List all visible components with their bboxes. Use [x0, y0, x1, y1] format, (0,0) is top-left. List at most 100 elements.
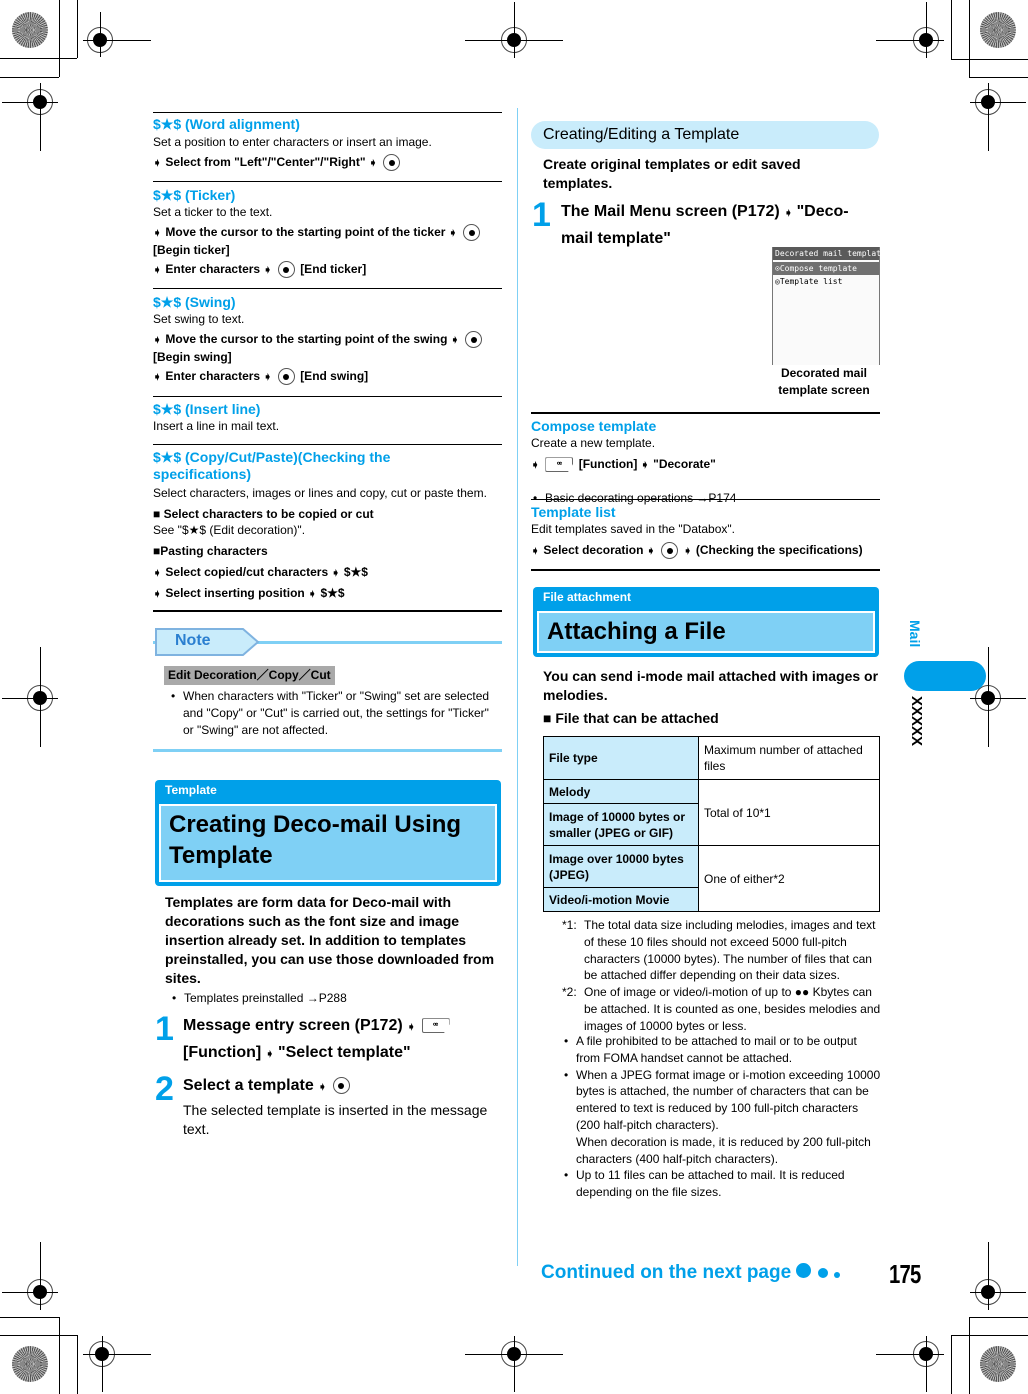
- continued-next-page[interactable]: Continued on the next page: [541, 1262, 841, 1284]
- footnote: *2: One of image or video/i-motion of up …: [562, 985, 881, 1033]
- screen-item-template-list[interactable]: ◎Template list: [773, 275, 879, 288]
- list-item: A file prohibited to be attached to mail…: [562, 1033, 882, 1067]
- screen-item-compose[interactable]: ⊙Compose template: [773, 262, 879, 275]
- template-list-heading: Template list: [531, 504, 616, 520]
- phone-screen: Decorated mail template ⊙Compose templat…: [772, 247, 886, 365]
- arrow-icon: ➧: [784, 208, 793, 219]
- side-tab-mail: Mail: [907, 620, 923, 648]
- template-section-header: Template Creating Deco-mail Using Templa…: [155, 780, 501, 886]
- arrow-icon: ➧: [263, 265, 272, 276]
- table-cell: Image over 10000 bytes (JPEG): [543, 845, 699, 888]
- arrow-icon: ➧: [448, 228, 458, 239]
- copy-cut-paste-heading: $★$ (Copy/Cut/Paste)(Checking the specif…: [153, 449, 391, 482]
- word-alignment-step: ➧ Select from "Left"/"Center"/"Right" ➧: [153, 154, 402, 172]
- arrow-icon: ➧: [153, 335, 162, 346]
- table-row: Melody Total of 10*1: [543, 779, 880, 846]
- table-cell: Video/i-motion Movie: [543, 887, 699, 912]
- center-key-icon: [277, 261, 295, 279]
- arrow-icon: ➧: [153, 265, 162, 276]
- file-attachment-sub: ■ File that can be attached: [543, 710, 719, 726]
- list-item: Up to 11 files can be attached to mail. …: [562, 1167, 882, 1201]
- step-number-1: 1: [532, 196, 551, 234]
- note-bullet: When characters with "Ticker" or "Swing"…: [169, 688, 499, 739]
- template-step-1: Message entry screen (P172) ➧ ꟹ [Function…: [183, 1013, 503, 1067]
- insert-line-desc: Insert a line in mail text.: [153, 419, 280, 433]
- step-number-2: 2: [155, 1070, 174, 1108]
- file-attachment-intro: You can send i-mode mail attached with i…: [543, 668, 879, 703]
- copy-cut-sub-heading: ■ Select characters to be copied or cut: [153, 507, 374, 521]
- insert-line-heading: $★$ (Insert line): [153, 401, 261, 417]
- function-key-icon: ꟹ: [421, 1018, 450, 1034]
- table-header-row: File type Maximum number of attached fil…: [543, 736, 880, 780]
- center-key-icon: [332, 1077, 350, 1095]
- arrow-icon: ➧: [318, 1082, 327, 1093]
- word-alignment-heading: $★$ (Word alignment): [153, 116, 300, 132]
- table-cell: One of either*2: [698, 845, 880, 912]
- footnotes: *1: The total data size including melodie…: [562, 917, 882, 1035]
- center-key-icon: [661, 542, 679, 560]
- arrow-icon: ➧: [265, 1049, 275, 1060]
- footnote: *1: The total data size including melodie…: [562, 918, 876, 983]
- section-title: Creating Deco-mail Using Template: [169, 811, 462, 869]
- creating-editing-intro: Create original templates or edit saved …: [543, 156, 801, 191]
- file-type-table: File type Maximum number of attached fil…: [543, 736, 880, 912]
- table-cell: Image of 10000 bytes or smaller (JPEG or…: [543, 803, 699, 846]
- creating-editing-pill: Creating/Editing a Template: [531, 121, 879, 149]
- center-key-icon: [277, 368, 295, 386]
- color-bar-icon: [12, 1346, 48, 1382]
- arrow-icon: ➧: [153, 228, 162, 239]
- compose-template-heading: Compose template: [531, 418, 657, 434]
- file-attachment-section-header: File attachment Attaching a File: [533, 587, 879, 657]
- notes-list: A file prohibited to be attached to mail…: [562, 1033, 882, 1201]
- arrow-icon: ➧: [407, 1022, 416, 1033]
- step-number-1: 1: [155, 1010, 174, 1048]
- compose-template-desc: Create a new template.: [531, 436, 656, 450]
- template-list-desc: Edit templates saved in the "Databox".: [531, 522, 735, 536]
- note-label: Note: [175, 632, 211, 649]
- arrow-icon: ➧: [153, 158, 162, 169]
- color-bar-icon: [980, 12, 1016, 48]
- ticker-step-2: ➧ Enter characters ➧ [End ticker]: [153, 261, 366, 279]
- section-label: Template: [165, 783, 217, 797]
- template-intro: Templates are form data for Deco-mail wi…: [165, 894, 495, 986]
- template-step-2: Select a template ➧: [183, 1073, 352, 1100]
- paste-step-1: ➧ Select copied/cut characters ➧ $★$: [153, 564, 368, 582]
- arrow-icon: ➧: [640, 460, 650, 471]
- arrow-icon: ➧: [646, 546, 656, 557]
- color-bar-icon: [980, 1346, 1016, 1382]
- function-key-icon: ꟹ: [545, 457, 574, 473]
- screen-title: Decorated mail template: [773, 247, 886, 260]
- ticker-heading: $★$ (Ticker): [153, 187, 236, 203]
- ticker-desc: Set a ticker to the text.: [153, 205, 273, 219]
- swing-heading: $★$ (Swing): [153, 294, 236, 310]
- list-item: When a JPEG format image or i-motion exc…: [562, 1067, 882, 1134]
- center-key-icon: [463, 224, 481, 242]
- arrow-icon: ➧: [531, 546, 540, 557]
- table-row: Image over 10000 bytes (JPEG) One of eit…: [543, 845, 880, 912]
- side-tab-chapter: XXXXX: [908, 696, 925, 747]
- table-cell: Melody: [543, 779, 699, 804]
- creating-step-1: The Mail Menu screen (P172) ➧ "Deco-mail …: [561, 203, 849, 247]
- arrow-icon: ➧: [368, 158, 378, 169]
- center-key-icon: [465, 331, 483, 349]
- section-title: Attaching a File: [547, 618, 726, 645]
- screen-caption: Decorated mail template screen: [778, 366, 870, 397]
- arrow-icon: ➧: [153, 372, 162, 383]
- arrow-icon: ➧: [683, 546, 692, 557]
- copy-cut-sub-desc: See "$★$ (Edit decoration)".: [153, 523, 306, 537]
- table-header-cell: File type: [543, 736, 699, 780]
- color-bar-icon: [12, 12, 48, 48]
- word-alignment-desc: Set a position to enter characters or in…: [153, 135, 432, 149]
- side-tab-bar: [904, 661, 986, 691]
- ticker-step-1: ➧ Move the cursor to the starting point o…: [153, 224, 502, 259]
- list-item-continuation: When decoration is made, it is reduced b…: [576, 1134, 871, 1166]
- section-label: File attachment: [543, 590, 632, 604]
- swing-step-1: ➧ Move the cursor to the starting point o…: [153, 331, 502, 366]
- paste-step-2: ➧ Select inserting position ➧ $★$: [153, 585, 345, 603]
- arrow-icon: ➧: [153, 568, 162, 579]
- arrow-icon: ➧: [450, 335, 460, 346]
- column-divider: [517, 108, 518, 1266]
- copy-cut-paste-desc: Select characters, images or lines and c…: [153, 486, 487, 500]
- compose-template-step: ➧ ꟹ [Function] ➧ "Decorate": [531, 456, 716, 474]
- table-header-cell: Maximum number of attached files: [698, 736, 880, 780]
